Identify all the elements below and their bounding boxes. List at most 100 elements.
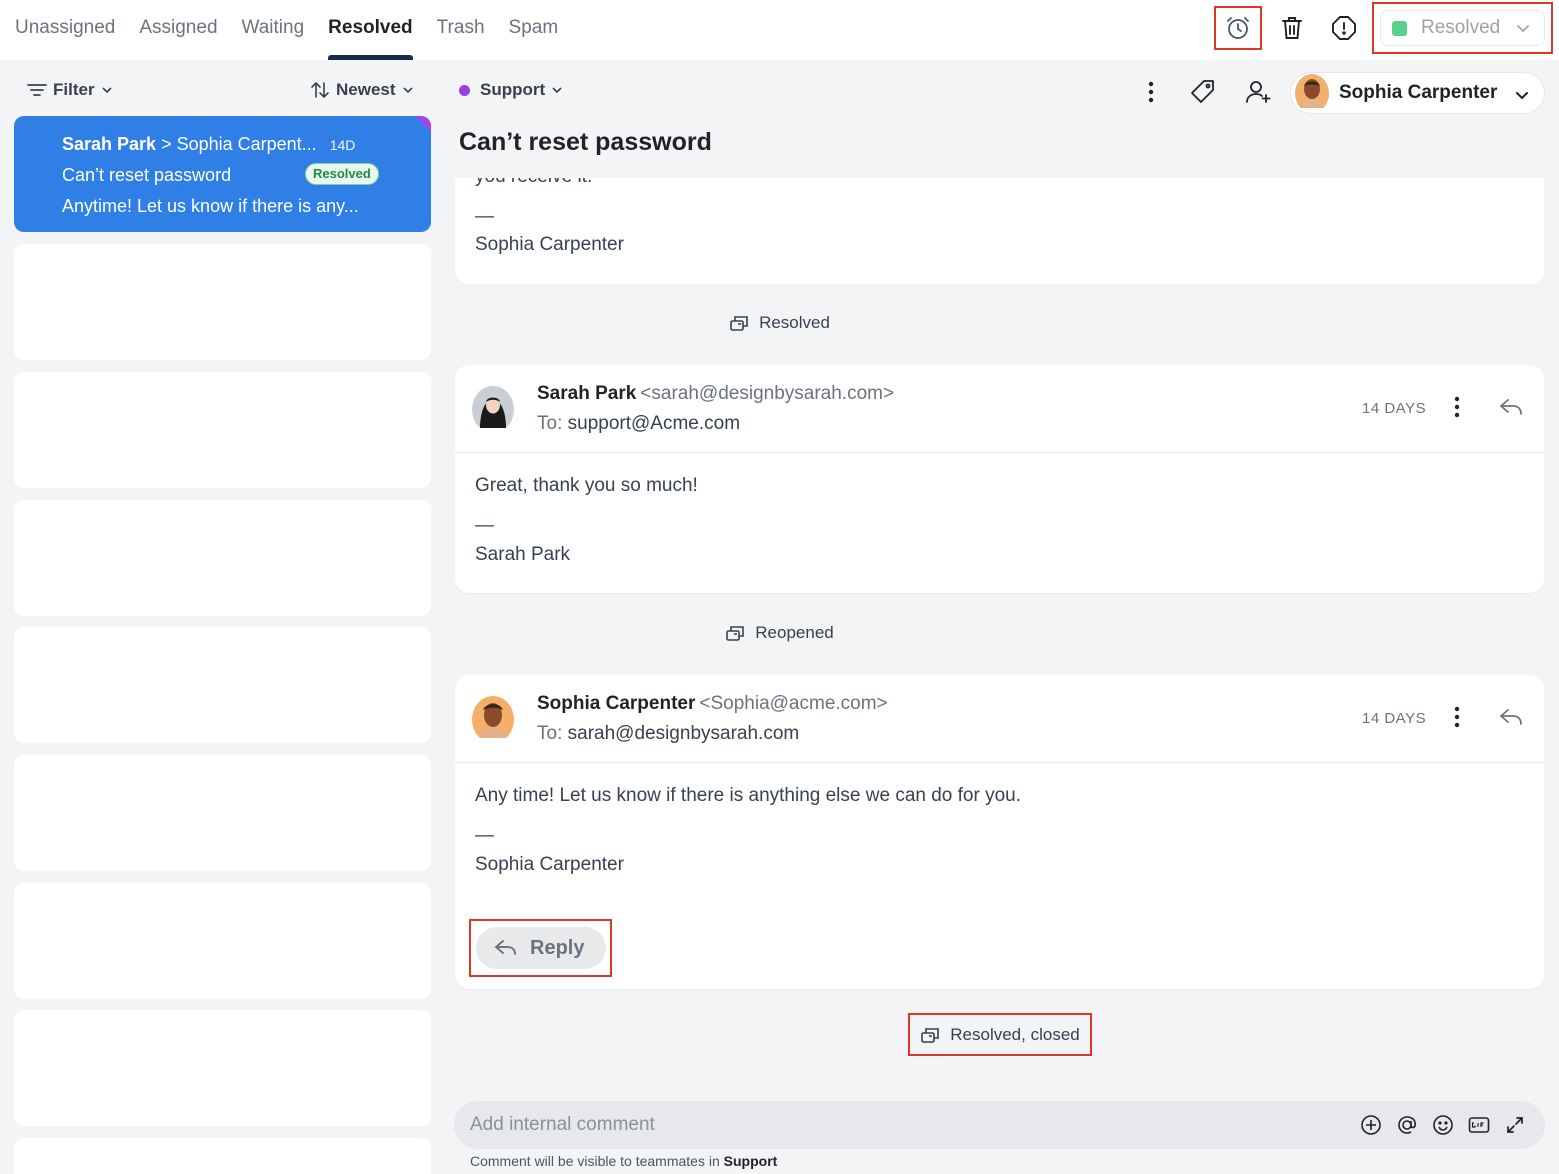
composer-toolbar <box>1353 1113 1533 1137</box>
chevron-down-icon <box>1517 25 1529 33</box>
sender-name: Sarah Park <box>537 383 637 404</box>
message-age: 14 DAYS <box>1362 400 1427 417</box>
message-recipient: To: sarah@designbysarah.com <box>537 723 799 745</box>
gif-button[interactable] <box>1461 1113 1497 1137</box>
filter-button[interactable]: Filter <box>27 80 119 100</box>
more-vertical-icon <box>1454 706 1460 728</box>
alarm-clock-icon <box>1227 17 1249 39</box>
avatar <box>472 386 514 433</box>
reply-icon <box>495 940 516 955</box>
message-header: Sophia Carpenter <Sophia@acme.com> To: sa… <box>455 675 1544 763</box>
top-bar: Unassigned Assigned Waiting Resolved Tra… <box>0 0 1559 60</box>
list-item[interactable] <box>14 1138 431 1174</box>
team-selector[interactable]: Support <box>459 80 563 100</box>
list-item[interactable] <box>14 1010 431 1126</box>
message-header: Sarah Park <sarah@designbysarah.com> To: … <box>455 365 1544 453</box>
spam-button[interactable] <box>1322 8 1366 48</box>
comment-input[interactable]: Add internal comment <box>470 1114 655 1136</box>
list-header: Filter Newest <box>0 72 440 112</box>
tab-trash[interactable]: Trash <box>437 0 485 60</box>
signature: Sarah Park <box>475 544 571 565</box>
signature-divider: — <box>475 206 494 227</box>
chevron-down-icon <box>552 87 562 94</box>
message-body: Any time! Let us know if there is anythi… <box>475 785 1022 806</box>
signature: Sophia Carpenter <box>475 234 624 255</box>
tab-unassigned[interactable]: Unassigned <box>15 0 115 60</box>
event-label: Reopened <box>755 623 834 642</box>
snooze-button[interactable] <box>1214 6 1262 50</box>
chevron-down-icon <box>1516 92 1528 100</box>
message-more-button[interactable] <box>1450 395 1464 424</box>
status-tabs: Unassigned Assigned Waiting Resolved Tra… <box>15 0 582 60</box>
conversation-subject: Can’t reset password <box>62 165 232 185</box>
reply-button[interactable]: Reply <box>476 927 606 969</box>
signature-divider: — <box>475 825 494 846</box>
mention-button[interactable] <box>1389 1113 1425 1137</box>
event-resolved: Resolved <box>729 313 830 333</box>
assignee-selector[interactable]: Sophia Carpenter <box>1290 72 1545 114</box>
message-card-truncated: you receive it. — Sophia Carpenter <box>455 178 1544 284</box>
message-card: Sarah Park <sarah@designbysarah.com> To: … <box>455 365 1544 593</box>
plus-circle-icon <box>1361 1115 1381 1135</box>
sort-button[interactable]: Newest <box>310 80 420 100</box>
page-title: Can’t reset password <box>459 128 712 156</box>
event-label: Resolved <box>759 313 830 332</box>
tab-spam[interactable]: Spam <box>509 0 559 60</box>
status-badge: Resolved <box>305 163 379 185</box>
recipient-email: support@Acme.com <box>567 413 741 434</box>
reply-icon <box>1500 709 1522 725</box>
chevron-right-icon: > <box>161 134 177 154</box>
more-options-button[interactable] <box>1133 74 1169 110</box>
more-vertical-icon <box>1454 396 1460 418</box>
sender-email: <sarah@designbysarah.com> <box>640 383 895 404</box>
message-reply-button[interactable] <box>1498 395 1524 424</box>
message-more-button[interactable] <box>1450 705 1464 734</box>
add-participant-button[interactable] <box>1240 74 1276 110</box>
reply-button-highlight: Reply <box>469 919 612 977</box>
status-change-icon <box>730 316 748 331</box>
event-reopened: Reopened <box>725 623 834 643</box>
tab-waiting[interactable]: Waiting <box>242 0 305 60</box>
reply-label: Reply <box>530 936 585 959</box>
team-color-corner <box>415 116 431 132</box>
signature-divider: — <box>475 515 494 536</box>
at-sign-icon <box>1398 1116 1416 1134</box>
tag-icon <box>1191 80 1214 103</box>
gif-icon <box>1468 1117 1490 1133</box>
message-card: Sophia Carpenter <Sophia@acme.com> To: sa… <box>455 675 1544 989</box>
list-item[interactable] <box>14 627 431 743</box>
list-item[interactable] <box>14 500 431 616</box>
sender-email: <Sophia@acme.com> <box>699 693 888 714</box>
sender-avatar-image <box>472 386 514 428</box>
conversation-age: 14D <box>329 137 356 153</box>
tab-assigned[interactable]: Assigned <box>139 0 217 60</box>
comment-composer[interactable]: Add internal comment <box>454 1101 1545 1149</box>
message-reply-button[interactable] <box>1498 705 1524 734</box>
attach-button[interactable] <box>1353 1113 1389 1137</box>
conversation-preview: Anytime! Let us know if there is any... <box>62 196 359 216</box>
reply-icon <box>1500 399 1522 415</box>
sender-name: Sophia Carpenter <box>537 693 696 714</box>
tag-button[interactable] <box>1185 74 1221 110</box>
filter-label: Filter <box>53 80 95 99</box>
message-recipient: To: support@Acme.com <box>537 413 740 435</box>
expand-button[interactable] <box>1497 1113 1533 1137</box>
list-item[interactable] <box>14 372 431 488</box>
tab-resolved[interactable]: Resolved <box>328 0 414 60</box>
to-label: To: <box>537 723 563 744</box>
conversation-list-item-selected[interactable]: Sarah Park > Sophia Carpent... 14D Can’t… <box>14 116 431 232</box>
alert-octagon-icon <box>1332 16 1356 40</box>
recipient-email: sarah@designbysarah.com <box>567 723 800 744</box>
status-select[interactable]: Resolved <box>1372 2 1553 54</box>
more-vertical-icon <box>1148 81 1154 103</box>
list-item[interactable] <box>14 244 431 360</box>
list-item[interactable] <box>14 883 431 999</box>
filter-icon <box>27 84 47 96</box>
emoji-button[interactable] <box>1425 1113 1461 1137</box>
status-select-label: Resolved <box>1421 17 1501 38</box>
list-item[interactable] <box>14 755 431 871</box>
message-body: you receive it. <box>475 178 592 188</box>
trash-button[interactable] <box>1270 8 1314 48</box>
to-label: To: <box>537 413 563 434</box>
composer-note-team: Support <box>723 1153 778 1169</box>
